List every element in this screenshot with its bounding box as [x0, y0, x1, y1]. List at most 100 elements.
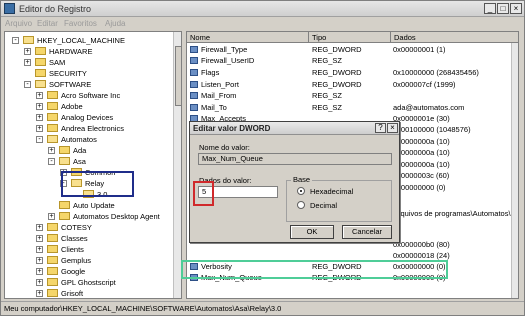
help-button[interactable]: ? — [375, 123, 386, 133]
expand-icon[interactable]: + — [36, 103, 43, 110]
folder-icon — [47, 289, 58, 297]
tree-scrollbar[interactable] — [173, 32, 181, 298]
radio-decimal[interactable] — [297, 201, 305, 209]
expand-icon[interactable]: + — [24, 59, 31, 66]
tree-node[interactable]: + COTESY — [5, 222, 171, 233]
tree-node-label: Gemplus — [61, 256, 92, 265]
expand-icon[interactable]: + — [48, 147, 55, 154]
tree-node-label: Andrea Electronics — [61, 124, 124, 133]
value-data: 0x0000000a (10) — [393, 160, 450, 169]
registry-value-row[interactable]: Firewall_Type REG_DWORD 0x00000001 (1) — [187, 44, 512, 55]
open-folder-icon — [35, 80, 46, 88]
registry-value-icon — [190, 104, 198, 111]
menu-arquivo[interactable]: Arquivo — [5, 19, 32, 28]
value-data: 0x0000000a (10) — [393, 137, 450, 146]
registry-value-row[interactable]: Listen_Port REG_DWORD 0x000007cf (1999) — [187, 79, 512, 90]
minimize-button[interactable]: _ — [484, 3, 496, 14]
value-name: Firewall_Type — [201, 45, 248, 54]
tree-node[interactable]: + Clients — [5, 244, 171, 255]
tree-node[interactable]: + GPL Ghostscript — [5, 277, 171, 288]
folder-icon — [59, 201, 70, 209]
tree-node[interactable]: + SAM — [5, 57, 171, 68]
expand-icon[interactable]: + — [48, 213, 55, 220]
radio-hexadecimal[interactable] — [297, 187, 305, 195]
tree-node[interactable]: + Analog Devices — [5, 112, 171, 123]
registry-value-icon — [190, 92, 198, 99]
value-data: 0x0000001e (30) — [393, 114, 450, 123]
expand-icon[interactable]: + — [36, 268, 43, 275]
maximize-button[interactable]: □ — [497, 3, 509, 14]
tree-node[interactable]: + Andrea Electronics — [5, 123, 171, 134]
menu-ajuda[interactable]: Ajuda — [105, 19, 125, 28]
registry-tree[interactable]: - HKEY_LOCAL_MACHINE + HARDWARE + SAM SECURITY… — [4, 31, 182, 299]
expand-icon[interactable]: + — [36, 114, 43, 121]
collapse-icon[interactable]: - — [48, 158, 55, 165]
folder-icon — [47, 113, 58, 121]
tree-node[interactable]: + Automatos Desktop Agent — [5, 211, 171, 222]
value-data: ada@automatos.com — [393, 103, 465, 112]
folder-icon — [47, 256, 58, 264]
expand-icon[interactable]: + — [36, 125, 43, 132]
value-data: Arquivos de programas\Automatos\ — [393, 209, 511, 218]
value-name: Listen_Port — [201, 80, 239, 89]
open-folder-icon — [47, 135, 58, 143]
registry-value-row[interactable]: Flags REG_DWORD 0x10000000 (268435456) — [187, 67, 512, 78]
value-data: 0x00000001 (1) — [393, 45, 446, 54]
tree-node[interactable]: + Adobe — [5, 101, 171, 112]
tree-node[interactable]: Auto Update — [5, 200, 171, 211]
collapse-icon[interactable]: - — [24, 81, 31, 88]
title-bar: Editor do Registro _ □ × — [1, 1, 524, 17]
expand-icon[interactable]: + — [36, 257, 43, 264]
dialog-title: Editar valor DWORD — [193, 124, 271, 133]
list-scrollbar[interactable] — [511, 43, 518, 298]
value-type: REG_DWORD — [312, 68, 362, 77]
folder-icon — [47, 278, 58, 286]
tree-node-label: Automatos — [61, 135, 97, 144]
tree-node[interactable]: SECURITY — [5, 68, 171, 79]
value-type: REG_SZ — [312, 56, 343, 65]
tree-node-label: SOFTWARE — [49, 80, 92, 89]
tree-node-label: Clients — [61, 245, 84, 254]
tree-node[interactable]: + Grisoft — [5, 288, 171, 298]
cancel-button[interactable]: Cancelar — [342, 225, 392, 239]
collapse-icon[interactable]: - — [36, 136, 43, 143]
expand-icon[interactable]: + — [36, 279, 43, 286]
expand-icon[interactable]: + — [24, 48, 31, 55]
value-type: REG_SZ — [312, 91, 343, 100]
collapse-icon[interactable]: - — [12, 37, 19, 44]
registry-value-icon — [190, 46, 198, 53]
menu-editar[interactable]: Editar — [37, 19, 58, 28]
expand-icon[interactable]: + — [36, 235, 43, 242]
tree-node[interactable]: - Automatos — [5, 134, 171, 145]
tree-node[interactable]: + Ada — [5, 145, 171, 156]
column-tipo[interactable]: Tipo — [309, 32, 391, 43]
tree-node[interactable]: - HKEY_LOCAL_MACHINE — [5, 35, 171, 46]
tree-node[interactable]: + Classes — [5, 233, 171, 244]
tree-node[interactable]: - SOFTWARE — [5, 79, 171, 90]
registry-value-row[interactable]: Firewall_UserID REG_SZ — [187, 55, 512, 66]
column-nome[interactable]: Nome — [187, 32, 309, 43]
close-button[interactable]: × — [510, 3, 522, 14]
tree-node[interactable]: + Acro Software Inc — [5, 90, 171, 101]
tree-node-label: Adobe — [61, 102, 83, 111]
tree-node[interactable]: + Google — [5, 266, 171, 277]
tree-scroll-thumb[interactable] — [175, 46, 181, 106]
value-data: 0x00100000 (1048576) — [393, 125, 471, 134]
registry-value-row[interactable]: Mail_To REG_SZ ada@automatos.com — [187, 102, 512, 113]
tree-node-label: Google — [61, 267, 86, 276]
registry-value-row[interactable]: Mail_From REG_SZ — [187, 90, 512, 101]
ok-button[interactable]: OK — [290, 225, 334, 239]
dialog-close-button[interactable]: × — [387, 123, 398, 133]
expand-icon[interactable]: + — [36, 224, 43, 231]
tree-node[interactable]: - Asa — [5, 156, 171, 167]
folder-icon — [47, 91, 58, 99]
menu-favoritos[interactable]: Favoritos — [64, 19, 97, 28]
column-dados[interactable]: Dados — [391, 32, 518, 43]
tree-node[interactable]: + HARDWARE — [5, 46, 171, 57]
expand-icon[interactable]: + — [36, 92, 43, 99]
expand-icon[interactable]: + — [36, 246, 43, 253]
tree-node[interactable]: + Gemplus — [5, 255, 171, 266]
highlight-data-value — [193, 181, 214, 206]
value-name: Firewall_UserID — [201, 56, 255, 65]
expand-icon[interactable]: + — [36, 290, 43, 297]
